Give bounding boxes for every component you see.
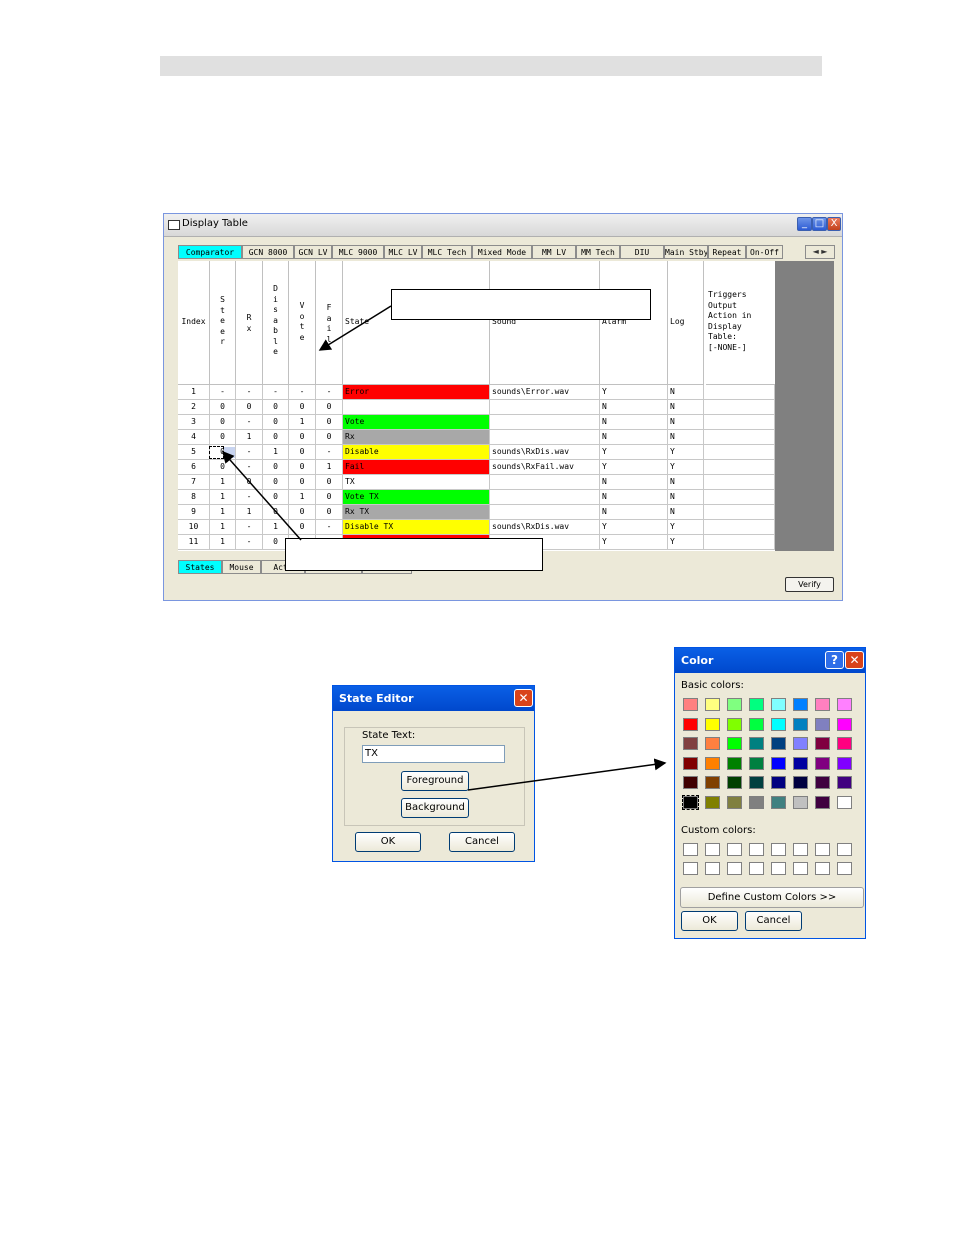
arrow-to-fail-header	[318, 305, 392, 351]
arrow-to-color-dialog	[467, 758, 667, 791]
annotation-arrows	[222, 305, 667, 791]
arrow-to-selected-cell	[222, 450, 302, 541]
